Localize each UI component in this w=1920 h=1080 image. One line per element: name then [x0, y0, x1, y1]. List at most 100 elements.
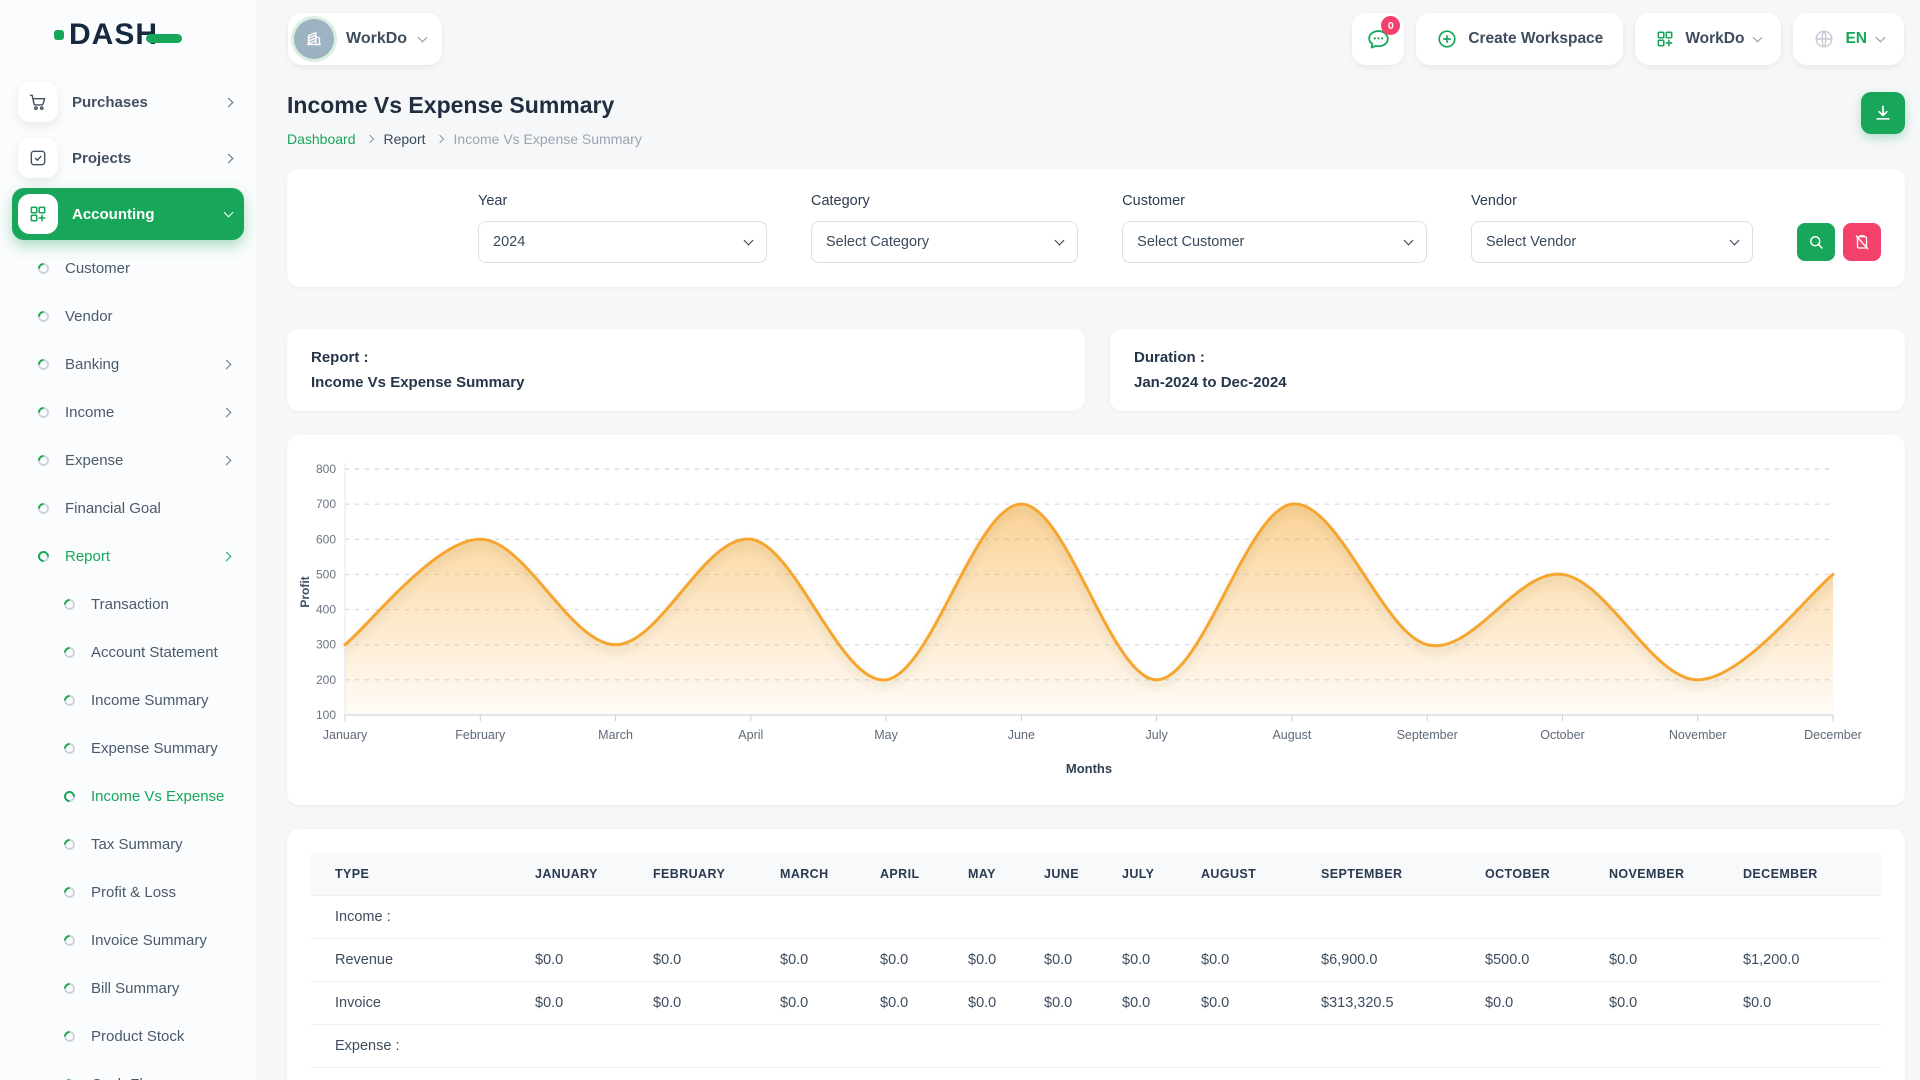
sidebar-item-label: Invoice Summary	[91, 932, 230, 949]
chevron-down-icon	[1055, 236, 1065, 246]
apply-filter-button[interactable]	[1797, 223, 1835, 261]
language-button[interactable]: EN	[1793, 13, 1904, 65]
table-cell: $0.0	[1177, 982, 1297, 1025]
create-workspace-label: Create Workspace	[1468, 30, 1603, 48]
sidebar-item-vendor[interactable]: Vendor	[12, 292, 244, 340]
category-select[interactable]: Select Category	[811, 221, 1078, 263]
sidebar-item-label: Customer	[65, 260, 230, 277]
bullet-icon	[62, 692, 78, 708]
sidebar-item-invoice-summary[interactable]: Invoice Summary	[12, 916, 244, 964]
sidebar-item-accounting[interactable]: Accounting	[12, 188, 244, 240]
column-header: NOVEMBER	[1585, 853, 1719, 896]
page-head: Income Vs Expense Summary DashboardRepor…	[287, 86, 1905, 147]
summary-cards: Report : Income Vs Expense Summary Durat…	[287, 329, 1905, 411]
table-cell	[1719, 1025, 1881, 1068]
bullet-icon	[62, 980, 78, 996]
sidebar-item-label: Account Statement	[91, 644, 230, 661]
year-select[interactable]: 2024	[478, 221, 767, 263]
notification-badge: 0	[1381, 16, 1400, 35]
customer-select-value: Select Customer	[1137, 234, 1244, 250]
table-cell: $0.0	[629, 939, 756, 982]
app-root: DASH Purchases Projects	[0, 0, 1920, 1080]
table-row: Invoice$0.0$0.0$0.0$0.0$0.0$0.0$0.0$0.0$…	[311, 982, 1881, 1025]
table-cell	[1461, 1025, 1585, 1068]
sidebar-item-income[interactable]: Income	[12, 388, 244, 436]
duration-card: Duration : Jan-2024 to Dec-2024	[1110, 329, 1905, 411]
svg-text:100: 100	[316, 708, 336, 722]
sidebar-item-product-stock[interactable]: Product Stock	[12, 1012, 244, 1060]
table-cell: $0.0	[856, 939, 944, 982]
table-cell	[629, 896, 756, 939]
workspace-avatar-icon	[294, 19, 334, 59]
sidebar-item-label: Report	[65, 548, 223, 565]
table-cell	[1177, 1025, 1297, 1068]
sidebar-item-expense-summary[interactable]: Expense Summary	[12, 724, 244, 772]
sidebar-item-transaction[interactable]: Transaction	[12, 580, 244, 628]
breadcrumb-item[interactable]: Report	[384, 131, 426, 147]
sidebar-item-projects[interactable]: Projects	[12, 132, 244, 184]
sidebar-item-tax-summary[interactable]: Tax Summary	[12, 820, 244, 868]
sidebar-item-expense[interactable]: Expense	[12, 436, 244, 484]
customer-select[interactable]: Select Customer	[1122, 221, 1427, 263]
svg-text:October: October	[1540, 728, 1584, 742]
clear-filter-icon	[1853, 233, 1871, 251]
create-workspace-button[interactable]: Create Workspace	[1416, 13, 1623, 65]
table-cell: $0.0	[856, 982, 944, 1025]
bullet-icon	[36, 500, 52, 516]
table-cell: $313,320.5	[1297, 982, 1461, 1025]
grid-plus-icon	[18, 194, 58, 234]
table-cell	[756, 896, 856, 939]
table-cell: $0.0	[756, 939, 856, 982]
table-cell: $0.0	[511, 982, 629, 1025]
vendor-select-value: Select Vendor	[1486, 234, 1576, 250]
sidebar-item-purchases[interactable]: Purchases	[12, 76, 244, 128]
category-filter-label: Category	[811, 193, 1078, 209]
workspace-selector[interactable]: WorkDo	[288, 13, 442, 65]
svg-text:300: 300	[316, 638, 336, 652]
sidebar-item-report[interactable]: Report	[12, 532, 244, 580]
messages-button[interactable]: 0	[1352, 13, 1404, 65]
bullet-icon	[62, 788, 78, 804]
table-cell	[1585, 1025, 1719, 1068]
svg-text:600: 600	[316, 532, 336, 546]
topbar-actions: 0 Create Workspace WorkDo	[1352, 13, 1904, 65]
customer-filter-label: Customer	[1122, 193, 1427, 209]
logo-accent-dot	[54, 30, 64, 40]
table-cell	[1719, 896, 1881, 939]
workspace-name: WorkDo	[346, 30, 407, 48]
sidebar-item-financial-goal[interactable]: Financial Goal	[12, 484, 244, 532]
vendor-select[interactable]: Select Vendor	[1471, 221, 1753, 263]
download-button[interactable]	[1861, 92, 1905, 134]
column-header: SEPTEMBER	[1297, 853, 1461, 896]
chevron-down-icon	[744, 236, 754, 246]
sidebar-item-customer[interactable]: Customer	[12, 244, 244, 292]
svg-text:September: September	[1397, 728, 1458, 742]
vendor-filter-label: Vendor	[1471, 193, 1753, 209]
sidebar-item-bill-summary[interactable]: Bill Summary	[12, 964, 244, 1012]
reset-filter-button[interactable]	[1843, 223, 1881, 261]
sidebar-item-income-vs-expense[interactable]: Income Vs Expense	[12, 772, 244, 820]
report-table-card: TYPEJANUARYFEBRUARYMARCHAPRILMAYJUNEJULY…	[287, 829, 1905, 1080]
breadcrumb-item[interactable]: Dashboard	[287, 131, 356, 147]
chevron-down-icon	[1753, 33, 1763, 43]
sidebar-item-banking[interactable]: Banking	[12, 340, 244, 388]
table-cell	[756, 1025, 856, 1068]
filter-panel: Year 2024 Category Select Category	[287, 169, 1905, 287]
table-cell	[944, 1025, 1020, 1068]
download-icon	[1873, 103, 1893, 123]
table-cell	[1177, 896, 1297, 939]
table-header-row: TYPEJANUARYFEBRUARYMARCHAPRILMAYJUNEJULY…	[311, 853, 1881, 896]
table-cell: $0.0	[1177, 939, 1297, 982]
svg-text:Profit: Profit	[298, 576, 312, 607]
table-cell	[511, 1025, 629, 1068]
table-row: Revenue$0.0$0.0$0.0$0.0$0.0$0.0$0.0$0.0$…	[311, 939, 1881, 982]
sidebar-item-account-statement[interactable]: Account Statement	[12, 628, 244, 676]
sidebar-item-profit-loss[interactable]: Profit & Loss	[12, 868, 244, 916]
app-logo[interactable]: DASH	[0, 0, 256, 70]
table-cell: $0.0	[944, 939, 1020, 982]
column-header: TYPE	[311, 853, 511, 896]
table-cell	[511, 896, 629, 939]
sidebar-item-income-summary[interactable]: Income Summary	[12, 676, 244, 724]
workdo-menu-button[interactable]: WorkDo	[1635, 13, 1781, 65]
sidebar-item-cash-flow[interactable]: Cash Flow	[12, 1060, 244, 1080]
